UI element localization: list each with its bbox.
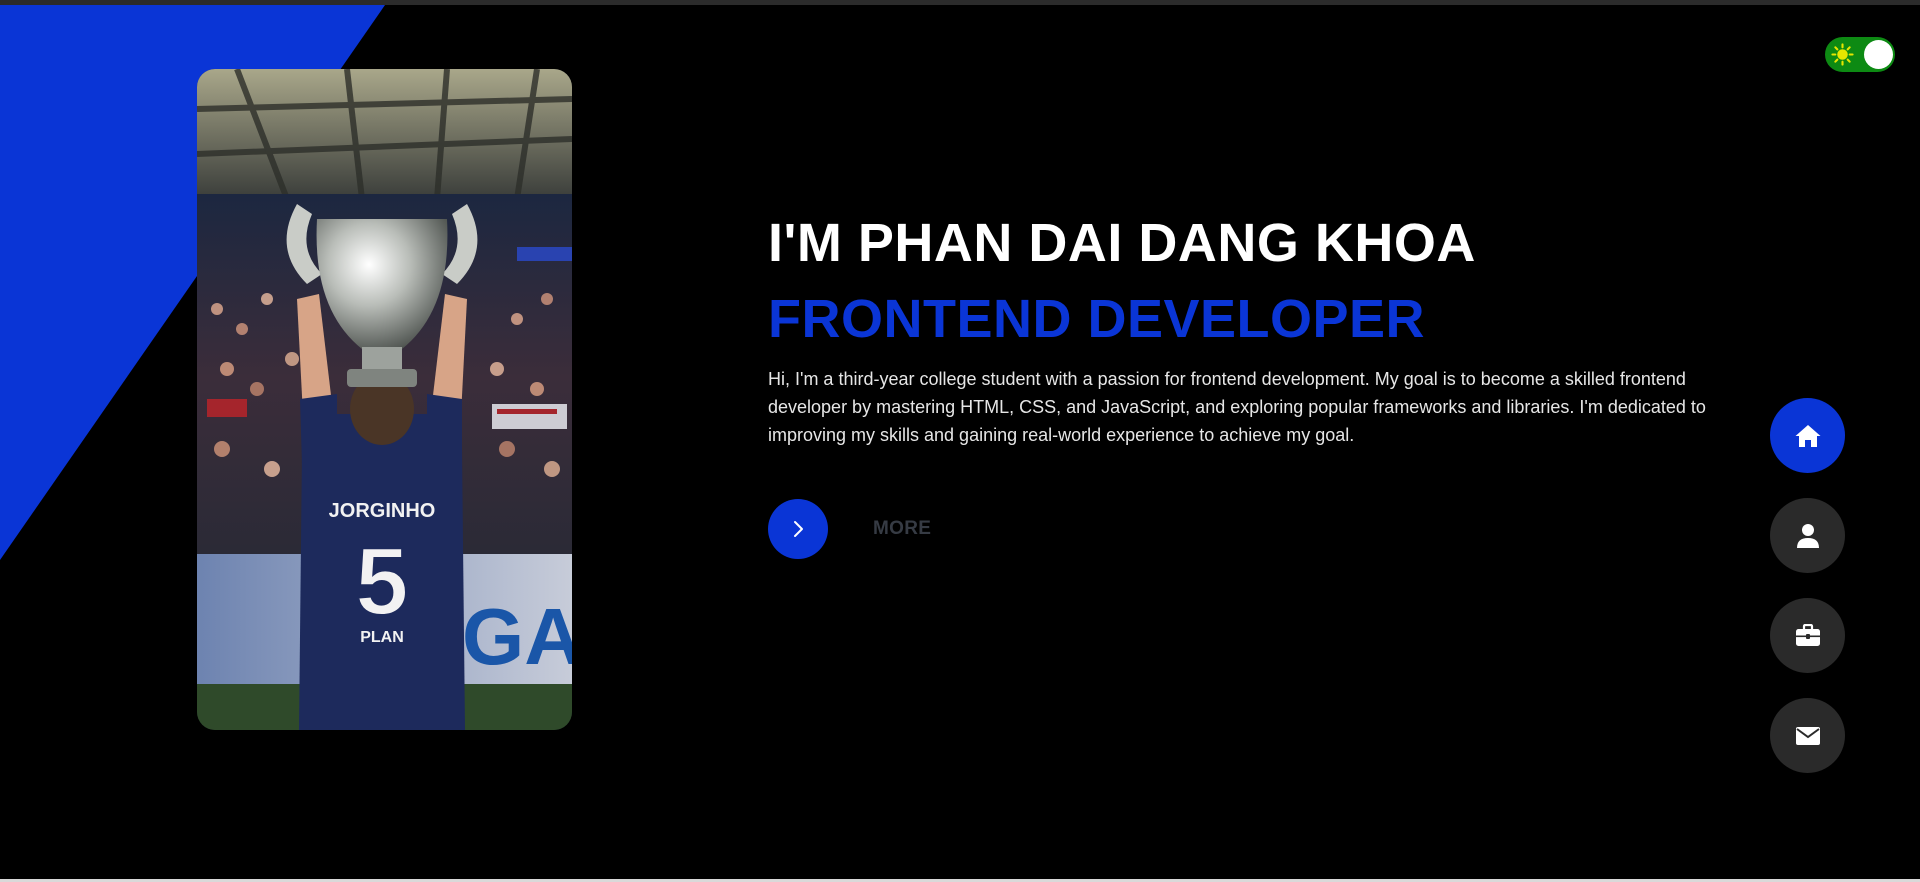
sun-icon — [1831, 43, 1854, 66]
nav-contact-button[interactable] — [1770, 698, 1845, 773]
hero-description: Hi, I'm a third-year college student wit… — [768, 369, 1706, 445]
more-label[interactable]: MORE — [873, 518, 931, 540]
profile-photo: GA JORGINHO 5 PLAN — [197, 69, 572, 730]
hero-section: I'M PHAN DAI DANG KHOA FRONTEND DEVELOPE… — [768, 205, 1708, 449]
home-icon — [1795, 424, 1820, 447]
more-button[interactable] — [768, 499, 828, 559]
more-link[interactable]: MORE — [768, 499, 931, 559]
user-icon — [1796, 523, 1819, 548]
theme-toggle[interactable] — [1825, 37, 1895, 72]
nav-about-button[interactable] — [1770, 498, 1845, 573]
nav-home-button[interactable] — [1770, 398, 1845, 473]
side-nav — [1770, 398, 1845, 798]
hero-subtitle: FRONTEND DEVELOPER — [768, 289, 1426, 349]
envelope-icon — [1795, 726, 1820, 745]
hero-title: I'M PHAN DAI DANG KHOA — [768, 213, 1476, 273]
board-text: GA — [462, 592, 572, 681]
jersey-sponsor: PLAN — [360, 629, 404, 646]
jersey-number: 5 — [355, 528, 408, 635]
page: GA JORGINHO 5 PLAN I'M PHAN DAI DANG KHO — [0, 0, 1920, 882]
chevron-right-icon — [794, 521, 803, 537]
toggle-knob[interactable] — [1864, 40, 1893, 69]
nav-portfolio-button[interactable] — [1770, 598, 1845, 673]
jersey-name: JORGINHO — [329, 500, 436, 522]
briefcase-icon — [1795, 623, 1820, 646]
